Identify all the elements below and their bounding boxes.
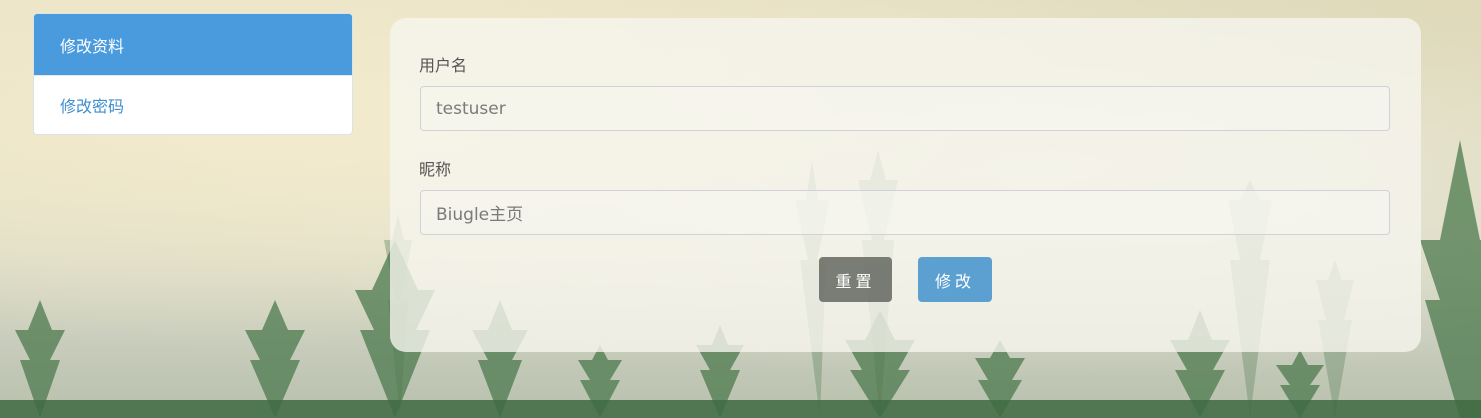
- username-input[interactable]: [420, 86, 1390, 131]
- menu-item-label: 修改密码: [60, 97, 125, 116]
- menu-item-label: 修改资料: [60, 36, 125, 56]
- submit-button[interactable]: 修改: [918, 257, 992, 302]
- menu-item-edit-profile[interactable]: 修改资料: [34, 14, 352, 75]
- menu-item-change-password[interactable]: 修改密码: [34, 75, 352, 134]
- nickname-label: 昵称: [419, 160, 452, 179]
- side-menu: 修改资料 修改密码: [33, 13, 353, 135]
- username-label: 用户名: [419, 56, 468, 75]
- profile-form-panel: 用户名 昵称 重置 修改: [390, 18, 1421, 352]
- reset-button[interactable]: 重置: [819, 257, 892, 302]
- nickname-input[interactable]: [420, 190, 1390, 235]
